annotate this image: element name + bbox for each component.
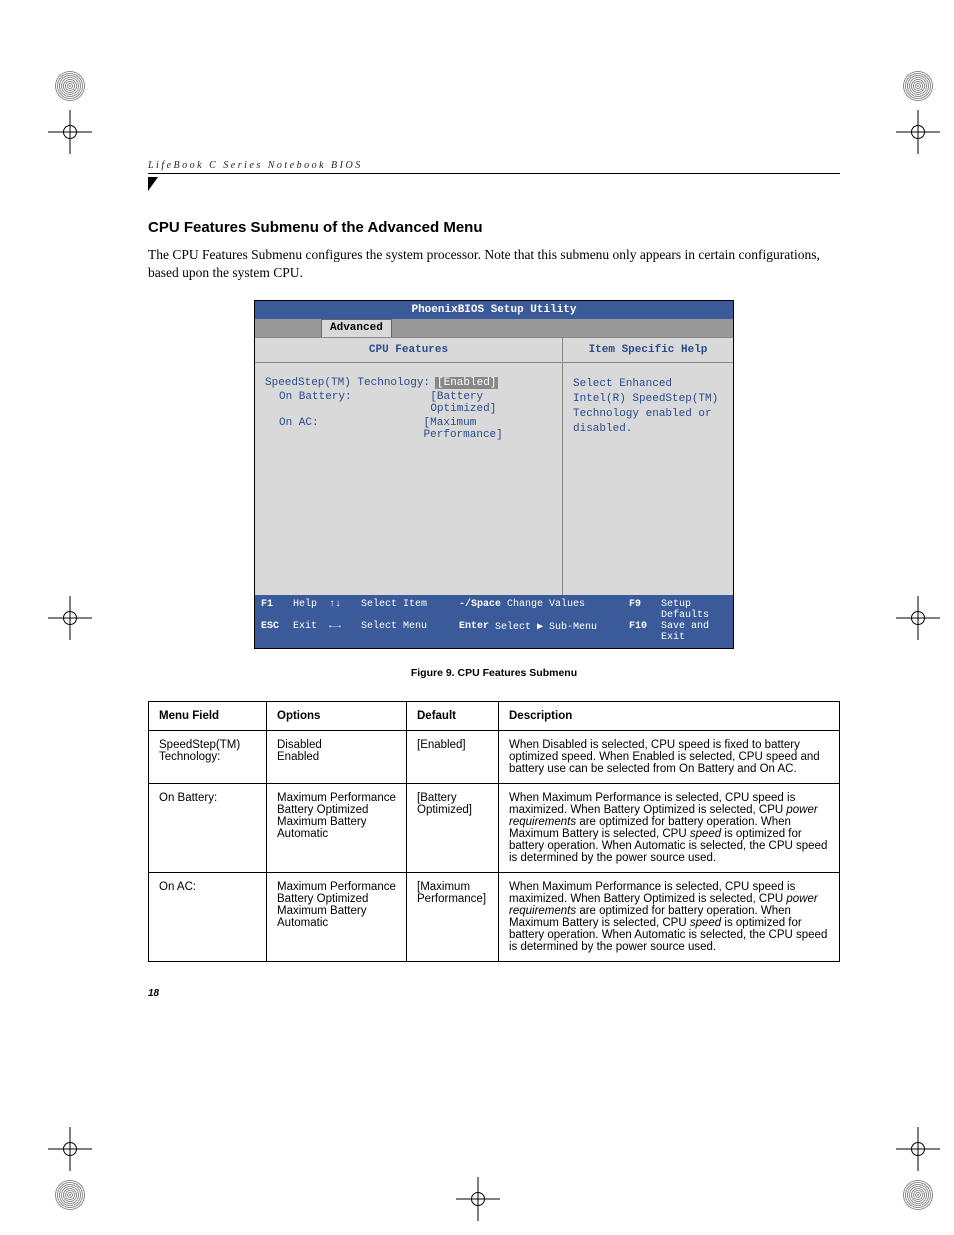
bios-footer-cell: F10 Save and Exit	[629, 621, 727, 643]
cross-mark	[896, 1127, 940, 1171]
bios-left-title: CPU Features	[255, 338, 562, 363]
cell-options: Maximum PerformanceBattery OptimizedMaxi…	[267, 873, 407, 962]
cross-mark	[896, 596, 940, 640]
page-number: 18	[148, 988, 840, 999]
cross-mark	[48, 1127, 92, 1171]
bios-footer-key: ↑↓	[329, 599, 355, 621]
table-row: On AC:Maximum PerformanceBattery Optimiz…	[149, 873, 840, 962]
bios-footer-cell: ESC Exit	[261, 621, 329, 643]
bios-setting-row: SpeedStep(TM) Technology:[Enabled]	[265, 377, 552, 389]
bios-footer-key: ESC	[261, 621, 287, 643]
bios-footer-cell: -/Space Change Values	[459, 599, 629, 621]
bios-footer-label: Help	[293, 599, 317, 621]
bios-footer-cell: ←→ Select Menu	[329, 621, 459, 643]
cell-options: Maximum PerformanceBattery OptimizedMaxi…	[267, 784, 407, 873]
running-head: LifeBook C Series Notebook BIOS	[148, 160, 840, 174]
bios-setting-row: On AC:[Maximum Performance]	[265, 417, 552, 441]
bios-footer-key: F1	[261, 599, 287, 621]
cell-default: [Enabled]	[407, 731, 499, 784]
bios-footer-key: ←→	[329, 621, 355, 643]
bios-footer-label: Setup Defaults	[661, 599, 727, 621]
bios-footer-label: Save and Exit	[661, 621, 727, 643]
cell-menu-field: On Battery:	[149, 784, 267, 873]
cell-options: DisabledEnabled	[267, 731, 407, 784]
bios-footer-cell: Enter Select ▶ Sub-Menu	[459, 621, 629, 643]
bios-footer-label: Select Item	[361, 599, 427, 621]
options-table: Menu Field Options Default Description S…	[148, 701, 840, 962]
bios-setting-label: On Battery:	[265, 391, 430, 415]
reg-mark	[54, 1179, 86, 1211]
cell-description: When Disabled is selected, CPU speed is …	[499, 731, 840, 784]
bios-footer-label: Change Values	[507, 599, 585, 621]
cross-mark	[456, 1177, 500, 1221]
bios-setting-label: SpeedStep(TM) Technology:	[265, 377, 435, 389]
section-marker-icon	[148, 177, 158, 191]
cell-default: [Battery Optimized]	[407, 784, 499, 873]
bios-title: PhoenixBIOS Setup Utility	[255, 301, 733, 319]
bios-footer-cell: ↑↓ Select Item	[329, 599, 459, 621]
table-row: SpeedStep(TM) Technology:DisabledEnabled…	[149, 731, 840, 784]
bios-footer: F1 Help ↑↓ Select Item -/Space Change Values F…	[255, 595, 733, 648]
cell-default: [Maximum Performance]	[407, 873, 499, 962]
cross-mark	[896, 110, 940, 154]
reg-mark	[902, 70, 934, 102]
bios-footer-key: F9	[629, 599, 655, 621]
th-options: Options	[267, 702, 407, 731]
th-menu-field: Menu Field	[149, 702, 267, 731]
reg-mark	[902, 1179, 934, 1211]
th-default: Default	[407, 702, 499, 731]
bios-setting-value: [Enabled]	[435, 377, 498, 389]
bios-settings-panel: SpeedStep(TM) Technology:[Enabled] On Bat…	[255, 363, 562, 595]
bios-setting-value: [Maximum Performance]	[424, 417, 552, 441]
bios-screenshot: PhoenixBIOS Setup Utility Advanced CPU F…	[254, 300, 734, 649]
th-description: Description	[499, 702, 840, 731]
cell-menu-field: SpeedStep(TM) Technology:	[149, 731, 267, 784]
cross-mark	[48, 110, 92, 154]
section-heading: CPU Features Submenu of the Advanced Men…	[148, 219, 840, 236]
cell-description: When Maximum Performance is selected, CP…	[499, 784, 840, 873]
bios-help-text: Select Enhanced Intel(R) SpeedStep(TM) T…	[563, 363, 733, 450]
table-row: On Battery:Maximum PerformanceBattery Op…	[149, 784, 840, 873]
intro-paragraph: The CPU Features Submenu configures the …	[148, 246, 840, 282]
bios-footer-key: F10	[629, 621, 655, 643]
bios-right-title: Item Specific Help	[563, 338, 733, 363]
bios-setting-row: On Battery:[Battery Optimized]	[265, 391, 552, 415]
bios-tab-bar: Advanced	[255, 319, 733, 337]
reg-mark	[54, 70, 86, 102]
figure-caption: Figure 9. CPU Features Submenu	[148, 667, 840, 679]
bios-footer-label: Select Menu	[361, 621, 427, 643]
bios-footer-label: Select ▶ Sub-Menu	[495, 621, 597, 643]
bios-footer-cell: F9 Setup Defaults	[629, 599, 727, 621]
bios-footer-key: -/Space	[459, 599, 501, 621]
cell-description: When Maximum Performance is selected, CP…	[499, 873, 840, 962]
bios-footer-label: Exit	[293, 621, 317, 643]
bios-setting-value: [Battery Optimized]	[430, 391, 552, 415]
bios-footer-key: Enter	[459, 621, 489, 643]
bios-tab-advanced: Advanced	[321, 319, 392, 337]
cross-mark	[48, 596, 92, 640]
bios-footer-cell: F1 Help	[261, 599, 329, 621]
bios-setting-label: On AC:	[265, 417, 424, 441]
cell-menu-field: On AC:	[149, 873, 267, 962]
